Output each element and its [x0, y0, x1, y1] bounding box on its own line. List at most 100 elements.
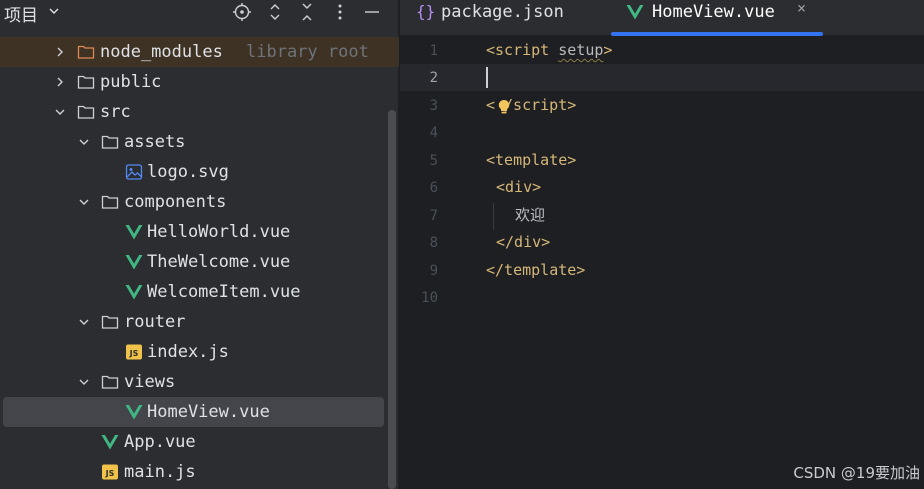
- project-panel-title[interactable]: 项目: [4, 1, 38, 26]
- tree-item-label: index.js: [147, 342, 229, 362]
- project-panel-header: 项目: [0, 0, 399, 26]
- line-number: 10: [421, 290, 438, 306]
- code-token: </template>: [486, 261, 586, 279]
- folder-icon: [101, 193, 119, 211]
- folder-icon: [77, 73, 95, 91]
- tab-close-icon[interactable]: ×: [797, 1, 811, 16]
- line-number: 9: [429, 263, 438, 279]
- tree-item-label: node_modules: [100, 42, 223, 62]
- tree-item-views[interactable]: views: [0, 367, 386, 397]
- tree-item-router[interactable]: router: [0, 307, 386, 337]
- more-options-icon[interactable]: [329, 1, 351, 23]
- code-line-1: <script setup>: [486, 37, 612, 64]
- project-panel: 项目 node_modules library root public src …: [0, 0, 399, 489]
- tab-homeview-vue[interactable]: HomeView.vue: [611, 0, 823, 36]
- editor: {} package.json HomeView.vue × 1 2 3 4 5…: [400, 0, 924, 489]
- line-number: 5: [429, 153, 438, 169]
- line-number: 4: [429, 125, 438, 141]
- chevron-down-icon[interactable]: [46, 3, 62, 19]
- tree-item-node-modules[interactable]: node_modules library root: [0, 37, 399, 67]
- code-token: <template>: [486, 151, 577, 169]
- code-token: <div>: [496, 178, 542, 196]
- tree-item-app-vue[interactable]: App.vue: [0, 427, 386, 457]
- js-badge-text: JS: [129, 349, 139, 358]
- indent-guide: [493, 203, 494, 230]
- tree-item-label: public: [100, 72, 162, 92]
- tree-item-logo-svg[interactable]: logo.svg: [0, 157, 386, 187]
- tree-item-label: views: [124, 372, 176, 392]
- code-line-6: <div>: [496, 174, 541, 201]
- code-area[interactable]: <script setup> < /script> <template> <div…: [486, 37, 924, 489]
- tree-item-label: logo.svg: [147, 162, 229, 182]
- tree-item-label: components: [124, 192, 227, 212]
- code-line-7: 欢迎: [515, 202, 545, 229]
- tree-item-label: assets: [124, 132, 186, 152]
- line-number: 7: [429, 208, 438, 224]
- tab-package-json[interactable]: {} package.json: [400, 0, 605, 36]
- folder-icon: [101, 133, 119, 151]
- chevron-right-icon[interactable]: [53, 75, 67, 89]
- chevron-down-icon[interactable]: [77, 375, 91, 389]
- code-token: 欢迎: [515, 206, 546, 224]
- js-icon: JS: [125, 343, 143, 361]
- code-token: setup: [558, 41, 604, 59]
- line-number: 6: [429, 180, 438, 196]
- line-number-active: 2: [429, 70, 438, 86]
- tree-item-index-js[interactable]: JS index.js: [0, 337, 386, 367]
- library-root-hint: library root: [246, 42, 369, 62]
- vue-icon: [101, 433, 119, 451]
- tree-item-label: router: [124, 312, 186, 332]
- expand-all-icon[interactable]: [264, 1, 286, 23]
- collapse-all-icon[interactable]: [296, 1, 318, 23]
- tree-item-label: TheWelcome.vue: [147, 252, 291, 272]
- editor-tab-bar: {} package.json HomeView.vue ×: [400, 0, 924, 36]
- tree-item-public[interactable]: public: [0, 67, 386, 97]
- tree-item-thewelcome-vue[interactable]: TheWelcome.vue: [0, 247, 386, 277]
- tree-item-welcomeitem-vue[interactable]: WelcomeItem.vue: [0, 277, 386, 307]
- chevron-down-icon[interactable]: [77, 135, 91, 149]
- tab-label: HomeView.vue: [652, 2, 775, 22]
- code-line-5: <template>: [486, 147, 576, 174]
- vue-icon: [125, 283, 143, 301]
- code-token: </div>: [496, 233, 551, 251]
- chevron-down-icon[interactable]: [77, 315, 91, 329]
- code-line-8: </div>: [496, 229, 550, 256]
- vue-icon: [125, 403, 143, 421]
- minimize-icon[interactable]: [361, 1, 383, 23]
- lightbulb-icon[interactable]: [495, 98, 513, 116]
- active-tab-indicator: [611, 32, 823, 36]
- image-file-icon: [125, 163, 143, 181]
- tree-item-homeview-vue[interactable]: HomeView.vue: [3, 397, 384, 427]
- tree-item-main-js[interactable]: JS main.js: [0, 457, 386, 487]
- code-token: >: [603, 41, 613, 59]
- json-braces-icon: {}: [416, 2, 436, 21]
- folder-icon: [101, 313, 119, 331]
- tree-item-assets[interactable]: assets: [0, 127, 386, 157]
- tree-item-src[interactable]: src: [0, 97, 386, 127]
- js-icon: JS: [101, 463, 119, 481]
- tree-item-components[interactable]: components: [0, 187, 386, 217]
- code-token: /script>: [504, 96, 577, 114]
- line-number: 8: [429, 235, 438, 251]
- folder-icon: [101, 373, 119, 391]
- chevron-down-icon[interactable]: [53, 105, 67, 119]
- code-token: <: [486, 96, 496, 114]
- tree-item-label: main.js: [124, 462, 196, 482]
- chevron-down-icon[interactable]: [77, 195, 91, 209]
- line-number: 1: [429, 43, 438, 59]
- folder-icon: [77, 103, 95, 121]
- vue-icon: [626, 3, 644, 21]
- folder-orange-icon: [77, 43, 95, 61]
- tree-item-label: WelcomeItem.vue: [147, 282, 301, 302]
- code-token: <script: [486, 41, 550, 59]
- tree-item-label: HomeView.vue: [147, 402, 270, 422]
- js-badge-text: JS: [105, 469, 115, 478]
- text-caret: [486, 67, 488, 88]
- locate-target-icon[interactable]: [231, 1, 253, 23]
- tree-item-helloworld-vue[interactable]: HelloWorld.vue: [0, 217, 386, 247]
- vue-icon: [125, 223, 143, 241]
- chevron-right-icon[interactable]: [53, 45, 67, 59]
- tree-scrollbar[interactable]: [388, 110, 396, 489]
- code-line-9: </template>: [486, 257, 585, 284]
- tab-label: package.json: [441, 2, 564, 22]
